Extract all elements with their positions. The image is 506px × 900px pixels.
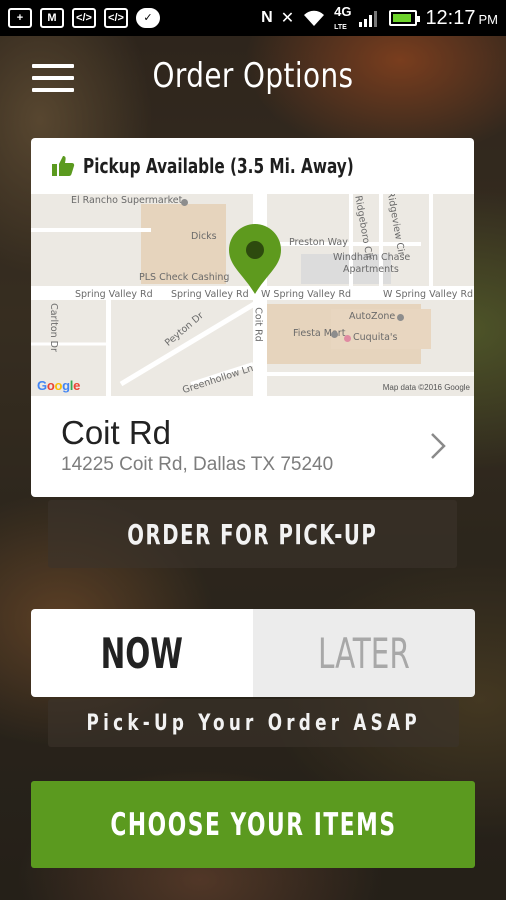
asap-message-text: Pick-Up Your Order ASAP (86, 710, 421, 736)
map-label: AutoZone (349, 311, 396, 322)
map-label: Carlton Dr (47, 303, 59, 352)
network-subtype: LTE (334, 24, 347, 31)
map-label: Cuquita's (353, 332, 398, 343)
time-option-later[interactable]: LATER (253, 609, 475, 697)
store-selector[interactable]: Coit Rd 14225 Coit Rd, Dallas TX 75240 (31, 396, 474, 497)
location-card: Pickup Available (3.5 Mi. Away) El Ranch… (31, 138, 474, 497)
store-address: 14225 Coit Rd, Dallas TX 75240 (61, 454, 334, 475)
map-label: El Rancho Supermarket (71, 195, 183, 206)
time-option-later-label: LATER (318, 628, 410, 678)
asap-message: Pick-Up Your Order ASAP (48, 699, 459, 747)
map-label: W Spring Valley Rd (261, 289, 352, 300)
map-attribution: Map data ©2016 Google (382, 383, 470, 392)
pickup-availability: Pickup Available (3.5 Mi. Away) (31, 138, 474, 194)
map-poi-dot (344, 335, 351, 342)
map-label: Apartments (343, 264, 399, 275)
thumbs-up-icon (52, 156, 75, 176)
store-map[interactable]: El Rancho Supermarket Dicks Preston Way … (31, 194, 474, 396)
pickup-time-toggle: NOW LATER (31, 609, 475, 697)
page-title: Order Options (152, 56, 354, 96)
map-label: Spring Valley Rd (171, 289, 249, 300)
order-for-pickup-label: ORDER FOR PICK-UP (127, 517, 378, 551)
clock-ampm: PM (478, 11, 499, 27)
time-option-now-label: NOW (100, 628, 184, 678)
plus-icon: + (8, 8, 32, 28)
store-name: Coit Rd (61, 414, 172, 451)
availability-text: Pickup Available (3.5 Mi. Away) (83, 154, 354, 178)
code-icon: </> (104, 8, 128, 28)
map-poi-dot (181, 199, 188, 206)
map-label: Coit Rd (252, 307, 264, 342)
battery-icon (389, 10, 421, 26)
mute-icon: ✕ (280, 10, 295, 27)
signal-icon (359, 11, 378, 27)
time-option-now[interactable]: NOW (31, 609, 253, 697)
map-label: W Spring Valley Rd (383, 289, 474, 300)
status-bar: + M </> </> ✓ N ✕ 4G LTE 12:17 PM (0, 0, 506, 36)
choose-your-items-label: CHOOSE YOUR ITEMS (109, 806, 397, 843)
chevron-right-icon (431, 433, 446, 459)
map-label: PLS Check Cashing (139, 272, 230, 283)
code-icon: </> (72, 8, 96, 28)
nfc-icon: N (261, 9, 273, 26)
chat-icon: ✓ (136, 8, 160, 28)
choose-your-items-button[interactable]: CHOOSE YOUR ITEMS (31, 781, 475, 868)
order-for-pickup-button[interactable]: ORDER FOR PICK-UP (48, 500, 457, 568)
app-header: Order Options (0, 36, 506, 120)
network-type: 4G (334, 4, 352, 19)
map-label: Dicks (191, 231, 217, 242)
map-poi-dot (331, 331, 338, 338)
map-poi-dot (397, 314, 404, 321)
wifi-icon (304, 10, 325, 26)
map-label: Spring Valley Rd (75, 289, 153, 300)
google-logo: Google (37, 378, 81, 393)
clock-time: 12:17 (425, 6, 476, 29)
map-label: Preston Way (289, 237, 348, 248)
mail-icon: M (40, 8, 64, 28)
